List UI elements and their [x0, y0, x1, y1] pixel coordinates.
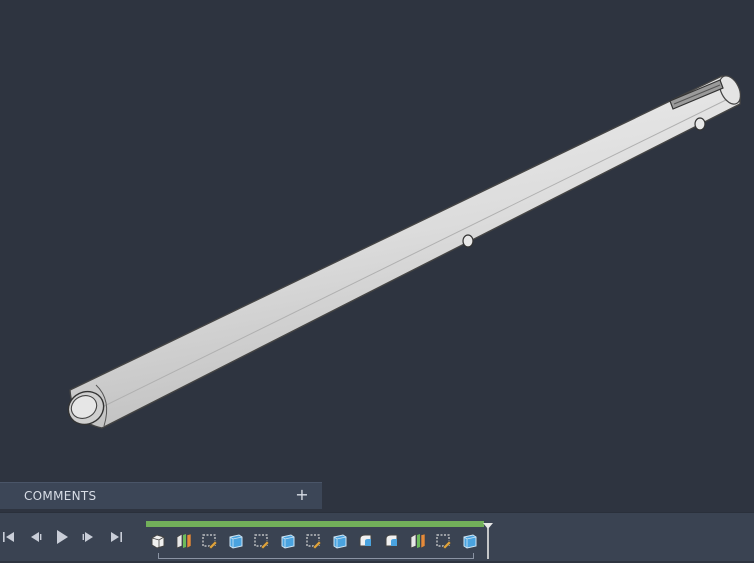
step-back-icon[interactable]: [26, 528, 44, 546]
timeline-marker[interactable]: [482, 523, 494, 559]
shaft-model[interactable]: [0, 0, 754, 482]
cross-hole-right: [694, 117, 706, 131]
comments-label: COMMENTS: [24, 489, 97, 503]
shaft-body: [69, 75, 741, 429]
timeline-progress-bar: [146, 521, 484, 527]
split-body-icon[interactable]: [408, 531, 428, 551]
skip-to-start-icon[interactable]: [0, 528, 18, 546]
sketch-icon[interactable]: [304, 531, 324, 551]
shaft-edge-line: [87, 95, 735, 415]
timeline-group-bracket: [158, 553, 474, 559]
extrude-icon[interactable]: [278, 531, 298, 551]
split-body-icon[interactable]: [174, 531, 194, 551]
sketch-icon[interactable]: [434, 531, 454, 551]
solid-body-icon[interactable]: [148, 531, 168, 551]
3d-viewport[interactable]: [0, 0, 754, 482]
play-icon[interactable]: [53, 528, 71, 546]
timeline-bar: [0, 512, 754, 561]
extrude-icon[interactable]: [460, 531, 480, 551]
fillet-icon[interactable]: [382, 531, 402, 551]
sketch-icon[interactable]: [200, 531, 220, 551]
sketch-icon[interactable]: [252, 531, 272, 551]
extrude-icon[interactable]: [226, 531, 246, 551]
comments-panel: COMMENTS +: [0, 482, 322, 509]
cross-hole-middle: [462, 234, 474, 248]
fillet-icon[interactable]: [356, 531, 376, 551]
timeline-feature-track: [146, 521, 486, 559]
skip-to-end-icon[interactable]: [107, 528, 125, 546]
step-forward-icon[interactable]: [80, 528, 98, 546]
add-comment-button[interactable]: +: [292, 485, 312, 505]
extrude-icon[interactable]: [330, 531, 350, 551]
